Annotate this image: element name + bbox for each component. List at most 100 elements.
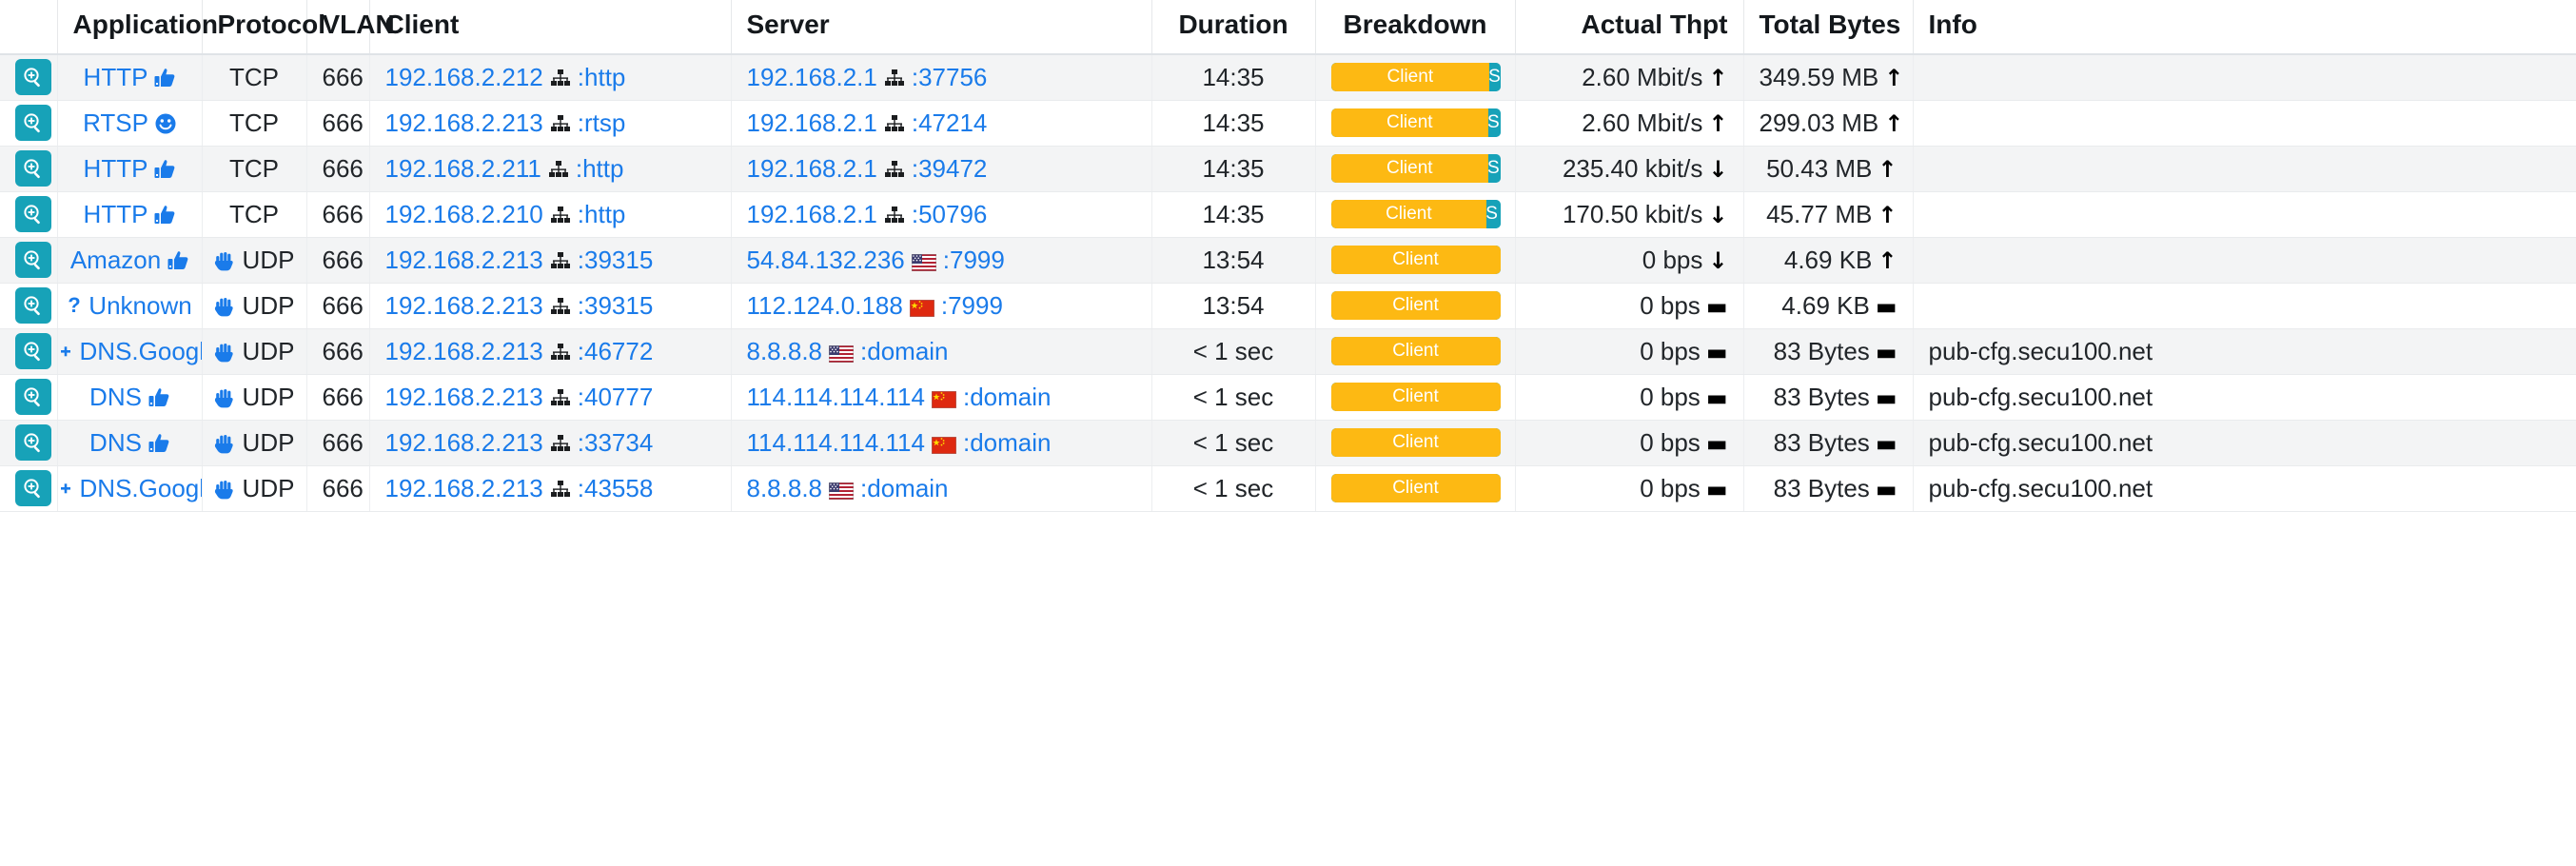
column-header-breakdown[interactable]: Breakdown: [1315, 0, 1515, 54]
magnifier-zoom-in-icon[interactable]: [15, 242, 51, 278]
thpt-trend-icon: ↓: [1708, 156, 1727, 183]
client-ip-link[interactable]: 192.168.2.212: [385, 63, 543, 92]
row-breakdown-cell: ClientS: [1315, 146, 1515, 191]
actual-thpt-value: 170.50 kbit/s: [1563, 200, 1702, 228]
row-actual-thpt-cell: 0 bps▬: [1515, 374, 1743, 420]
table-row: AmazonUDP666192.168.2.213:3931554.84.132…: [0, 237, 2576, 283]
client-port-link[interactable]: :http: [578, 200, 626, 229]
server-port-link[interactable]: :37756: [912, 63, 988, 92]
row-vlan-cell: 666: [306, 465, 369, 511]
application-label[interactable]: DNS.Google: [80, 474, 202, 503]
row-client-cell: 192.168.2.213 :43558: [369, 465, 731, 511]
column-header-server[interactable]: Server: [731, 0, 1151, 54]
row-server-cell: 192.168.2.1 :39472: [731, 146, 1151, 191]
application-label[interactable]: HTTP: [84, 63, 148, 92]
server-port-link[interactable]: :domain: [860, 337, 949, 366]
client-port-link[interactable]: :46772: [578, 337, 654, 366]
server-port-link[interactable]: :domain: [963, 383, 1052, 412]
thpt-trend-icon: ▬: [1706, 293, 1728, 320]
application-label[interactable]: DNS: [89, 383, 142, 412]
raised-hand-icon: [214, 291, 235, 321]
column-header-protocol[interactable]: Protocol: [202, 0, 306, 54]
magnifier-zoom-in-icon[interactable]: [15, 59, 51, 95]
application-label[interactable]: Unknown: [88, 291, 191, 321]
magnifier-zoom-in-icon[interactable]: [15, 150, 51, 187]
column-header-application[interactable]: Application: [57, 0, 202, 54]
client-ip-link[interactable]: 192.168.2.213: [385, 246, 543, 275]
magnifier-zoom-in-icon[interactable]: [15, 424, 51, 461]
active-flows-table: Application Protocol VLAN Client Server …: [0, 0, 2576, 512]
column-header-actual-thpt[interactable]: Actual Thpt: [1515, 0, 1743, 54]
server-port-link[interactable]: :39472: [912, 154, 988, 184]
server-port-link[interactable]: :domain: [963, 428, 1052, 458]
client-ip-link[interactable]: 192.168.2.213: [385, 108, 543, 138]
column-header-total-bytes[interactable]: Total Bytes: [1743, 0, 1913, 54]
server-ip-link[interactable]: 8.8.8.8: [747, 474, 823, 503]
client-port-link[interactable]: :39315: [578, 291, 654, 321]
application-label[interactable]: DNS: [89, 428, 142, 458]
row-zoom-cell: [0, 328, 57, 374]
client-port-link[interactable]: :43558: [578, 474, 654, 503]
server-port-link[interactable]: :50796: [912, 200, 988, 229]
magnifier-zoom-in-icon[interactable]: [15, 333, 51, 369]
client-port-link[interactable]: :http: [578, 63, 626, 92]
server-port-link[interactable]: :7999: [941, 291, 1003, 321]
server-ip-link[interactable]: 54.84.132.236: [747, 246, 905, 275]
row-breakdown-cell: Client: [1315, 328, 1515, 374]
row-actual-thpt-cell: 170.50 kbit/s↓: [1515, 191, 1743, 237]
total-bytes-value: 83 Bytes: [1774, 383, 1870, 411]
client-ip-link[interactable]: 192.168.2.211: [385, 154, 541, 184]
server-ip-link[interactable]: 112.124.0.188: [747, 291, 903, 321]
row-vlan-cell: 666: [306, 146, 369, 191]
column-header-info[interactable]: Info: [1913, 0, 2576, 54]
magnifier-zoom-in-icon[interactable]: [15, 379, 51, 415]
application-label[interactable]: Amazon: [70, 246, 161, 275]
client-ip-link[interactable]: 192.168.2.213: [385, 383, 543, 412]
raised-hand-icon: [214, 428, 235, 458]
row-breakdown-cell: ClientS: [1315, 100, 1515, 146]
row-breakdown-cell: Client: [1315, 420, 1515, 465]
table-row: GDNS.GoogleUDP666192.168.2.213:435588.8.…: [0, 465, 2576, 511]
client-ip-link[interactable]: 192.168.2.210: [385, 200, 543, 229]
client-port-link[interactable]: :rtsp: [578, 108, 626, 138]
magnifier-zoom-in-icon[interactable]: [15, 105, 51, 141]
row-application-cell: GDNS.Google: [57, 465, 202, 511]
column-header-client[interactable]: Client: [369, 0, 731, 54]
row-application-cell: ?Unknown: [57, 283, 202, 328]
client-ip-link[interactable]: 192.168.2.213: [385, 291, 543, 321]
thpt-trend-icon: ▬: [1706, 384, 1728, 411]
row-server-cell: 8.8.8.8 :domain: [731, 465, 1151, 511]
server-ip-link[interactable]: 192.168.2.1: [747, 154, 877, 184]
info-value: pub-cfg.secu100.net: [1929, 383, 2153, 411]
row-info-cell: [1913, 191, 2576, 237]
application-label[interactable]: DNS.Google: [80, 337, 202, 366]
server-ip-link[interactable]: 192.168.2.1: [747, 200, 877, 229]
server-ip-link[interactable]: 114.114.114.114: [747, 428, 925, 458]
server-ip-link[interactable]: 114.114.114.114: [747, 383, 925, 412]
protocol-label: UDP: [243, 383, 295, 412]
client-ip-link[interactable]: 192.168.2.213: [385, 474, 543, 503]
row-total-bytes-cell: 45.77 MB↑: [1743, 191, 1913, 237]
server-port-link[interactable]: :domain: [860, 474, 949, 503]
application-label[interactable]: HTTP: [84, 200, 148, 229]
server-port-link[interactable]: :7999: [943, 246, 1005, 275]
client-port-link[interactable]: :39315: [578, 246, 654, 275]
column-header-zoom[interactable]: [0, 0, 57, 54]
application-label[interactable]: RTSP: [83, 108, 148, 138]
client-ip-link[interactable]: 192.168.2.213: [385, 337, 543, 366]
application-label[interactable]: HTTP: [84, 154, 148, 184]
server-port-link[interactable]: :47214: [912, 108, 988, 138]
client-port-link[interactable]: :33734: [578, 428, 654, 458]
row-actual-thpt-cell: 0 bps▬: [1515, 328, 1743, 374]
magnifier-zoom-in-icon[interactable]: [15, 196, 51, 232]
magnifier-zoom-in-icon[interactable]: [15, 287, 51, 324]
client-ip-link[interactable]: 192.168.2.213: [385, 428, 543, 458]
server-ip-link[interactable]: 192.168.2.1: [747, 108, 877, 138]
column-header-duration[interactable]: Duration: [1151, 0, 1315, 54]
server-ip-link[interactable]: 8.8.8.8: [747, 337, 823, 366]
client-port-link[interactable]: :40777: [578, 383, 654, 412]
server-ip-link[interactable]: 192.168.2.1: [747, 63, 877, 92]
magnifier-zoom-in-icon[interactable]: [15, 470, 51, 506]
question-mark-icon: ?: [67, 291, 82, 321]
client-port-link[interactable]: :http: [576, 154, 624, 184]
